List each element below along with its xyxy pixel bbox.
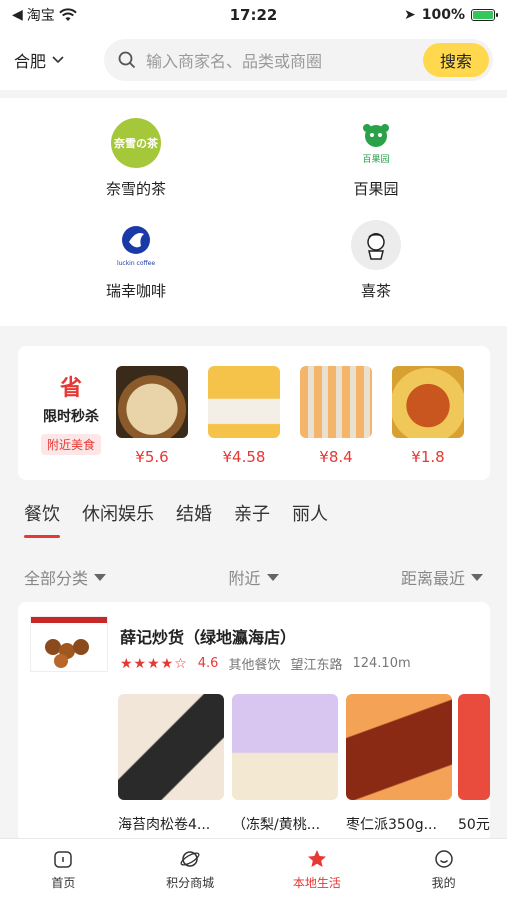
chevron-down-icon xyxy=(52,56,64,64)
battery-icon xyxy=(471,9,498,21)
brand-pagoda[interactable]: 百果园 百果园 xyxy=(286,118,466,199)
search-input[interactable]: 输入商家名、品类或商圈 xyxy=(146,48,423,72)
brand-heytea[interactable]: 喜茶 xyxy=(286,220,466,301)
nav-label: 积分商城 xyxy=(166,876,215,890)
spicy-noodles-image xyxy=(392,366,464,438)
dropdown-triangle-icon xyxy=(266,573,279,581)
back-triangle-icon: ◀ xyxy=(12,7,23,23)
deal-price: ¥8.4 xyxy=(319,448,353,466)
flash-sale-card[interactable]: 省 限时秒杀 附近美食 ¥5.6 ¥4.58 ¥8.4 ¥1.8 xyxy=(18,346,490,480)
deal-price: ¥5.6 xyxy=(135,448,169,466)
shop-meta: ★★★★☆ 4.6 其他餐饮 望江东路 124.10m xyxy=(120,654,411,674)
product-name: 海苔肉松卷4... xyxy=(118,817,211,833)
tab-parenting[interactable]: 亲子 xyxy=(234,500,270,536)
deal-item[interactable]: ¥1.8 xyxy=(392,366,464,466)
brand-nayuki[interactable]: 奈雪の茶 奈雪的茶 xyxy=(46,118,226,199)
nav-home[interactable]: 首页 xyxy=(0,839,127,900)
shop-category: 其他餐饮 xyxy=(228,658,281,673)
dropdown-triangle-icon xyxy=(94,573,107,581)
back-app-label: 淘宝 xyxy=(26,8,55,24)
brand-name: 瑞幸咖啡 xyxy=(105,282,166,300)
brand-name: 喜茶 xyxy=(360,282,391,300)
home-icon xyxy=(54,851,73,868)
shop-card[interactable]: 薛记炒货（绿地瀛海店） ★★★★☆ 4.6 其他餐饮 望江东路 124.10m … xyxy=(18,602,490,842)
filter-category-label: 全部分类 xyxy=(24,569,89,588)
flash-sale-label: 省 限时秒杀 附近美食 xyxy=(26,370,116,455)
luckin-logo: luckin coffee xyxy=(111,220,161,270)
product-item[interactable]: 50元 xyxy=(458,694,490,834)
rating-stars-icon: ★★★★☆ xyxy=(120,655,188,672)
nearby-food-tag: 附近美食 xyxy=(40,434,101,455)
product-image xyxy=(118,694,224,800)
product-image xyxy=(458,694,490,800)
nayuki-logo: 奈雪の茶 xyxy=(111,118,161,168)
luckin-logo-text: luckin coffee xyxy=(117,260,155,267)
shop-logo xyxy=(30,616,108,672)
filter-nearby-label: 附近 xyxy=(228,569,261,588)
product-item[interactable]: （冻梨/黄桃... xyxy=(232,694,338,834)
product-name: 50元 xyxy=(458,817,490,833)
tab-dining[interactable]: 餐饮 xyxy=(24,500,60,538)
deal-price: ¥4.58 xyxy=(222,448,266,466)
battery-percent: 100% xyxy=(421,7,465,23)
brand-luckin[interactable]: luckin coffee 瑞幸咖啡 xyxy=(46,220,226,301)
cake-image xyxy=(208,366,280,438)
heytea-logo xyxy=(351,220,401,270)
tab-leisure[interactable]: 休闲娱乐 xyxy=(82,500,154,536)
filter-sort-label: 距离最近 xyxy=(400,569,465,588)
product-name: （冻梨/黄桃... xyxy=(232,817,321,833)
brand-name: 百果园 xyxy=(353,180,399,198)
filter-bar: 全部分类 附近 距离最近 xyxy=(0,562,507,592)
tab-wedding[interactable]: 结婚 xyxy=(176,500,212,536)
brand-grid: 奈雪の茶 奈雪的茶 百果园 百果园 luckin coffee 瑞幸咖啡 喜茶 xyxy=(0,98,507,326)
city-selector[interactable]: 合肥 xyxy=(14,48,104,72)
nav-profile[interactable]: 我的 xyxy=(380,839,507,900)
shop-location: 望江东路 xyxy=(290,658,343,673)
tab-beauty[interactable]: 丽人 xyxy=(292,500,328,536)
filter-sort[interactable]: 距离最近 xyxy=(401,562,483,592)
search-bar[interactable]: 输入商家名、品类或商圈 搜索 xyxy=(104,39,493,81)
filter-nearby[interactable]: 附近 xyxy=(228,562,279,592)
skewers-image xyxy=(300,366,372,438)
search-button[interactable]: 搜索 xyxy=(423,43,489,77)
smile-icon xyxy=(434,850,453,868)
nav-label: 本地生活 xyxy=(292,876,341,890)
shop-name: 薛记炒货（绿地瀛海店） xyxy=(120,628,297,647)
shop-distance: 124.10m xyxy=(352,656,411,671)
pagoda-logo: 百果园 xyxy=(351,118,401,168)
save-badge: 省 xyxy=(59,376,82,401)
back-to-app[interactable]: ◀ 淘宝 xyxy=(12,5,182,25)
wifi-icon xyxy=(59,8,77,21)
nav-label: 我的 xyxy=(431,876,456,890)
product-image xyxy=(346,694,452,800)
header: 合肥 输入商家名、品类或商圈 搜索 xyxy=(0,30,507,90)
bottom-nav: 首页 积分商城 本地生活 我的 xyxy=(0,838,507,900)
noodle-bowl-image xyxy=(116,366,188,438)
brand-name: 奈雪的茶 xyxy=(105,180,166,198)
deal-item[interactable]: ¥5.6 xyxy=(116,366,188,466)
deal-price: ¥1.8 xyxy=(411,448,445,466)
filter-category[interactable]: 全部分类 xyxy=(24,562,107,592)
deal-item[interactable]: ¥4.58 xyxy=(208,366,280,466)
rating-value: 4.6 xyxy=(197,656,219,671)
product-item[interactable]: 枣仁派350g... xyxy=(346,694,452,834)
status-bar: ◀ 淘宝 17:22 ➤ 100% xyxy=(0,0,507,30)
dropdown-triangle-icon xyxy=(470,573,483,581)
nav-points-mall[interactable]: 积分商城 xyxy=(127,839,254,900)
product-image xyxy=(232,694,338,800)
city-label: 合肥 xyxy=(14,52,47,71)
clock: 17:22 xyxy=(229,6,278,24)
product-name: 枣仁派350g... xyxy=(346,817,437,833)
deal-item[interactable]: ¥8.4 xyxy=(300,366,372,466)
planet-icon xyxy=(180,851,200,867)
nav-local-life[interactable]: 本地生活 xyxy=(254,839,381,900)
nav-label: 首页 xyxy=(51,876,76,890)
search-icon xyxy=(118,51,136,69)
category-tabs: 餐饮 休闲娱乐 结婚 亲子 丽人 xyxy=(0,500,507,544)
location-arrow-icon: ➤ xyxy=(404,7,416,23)
product-item[interactable]: 海苔肉松卷4... xyxy=(118,694,224,834)
star-icon xyxy=(307,850,326,867)
flash-sale-title: 限时秒杀 xyxy=(43,409,99,425)
pagoda-logo-text: 百果园 xyxy=(362,154,389,165)
